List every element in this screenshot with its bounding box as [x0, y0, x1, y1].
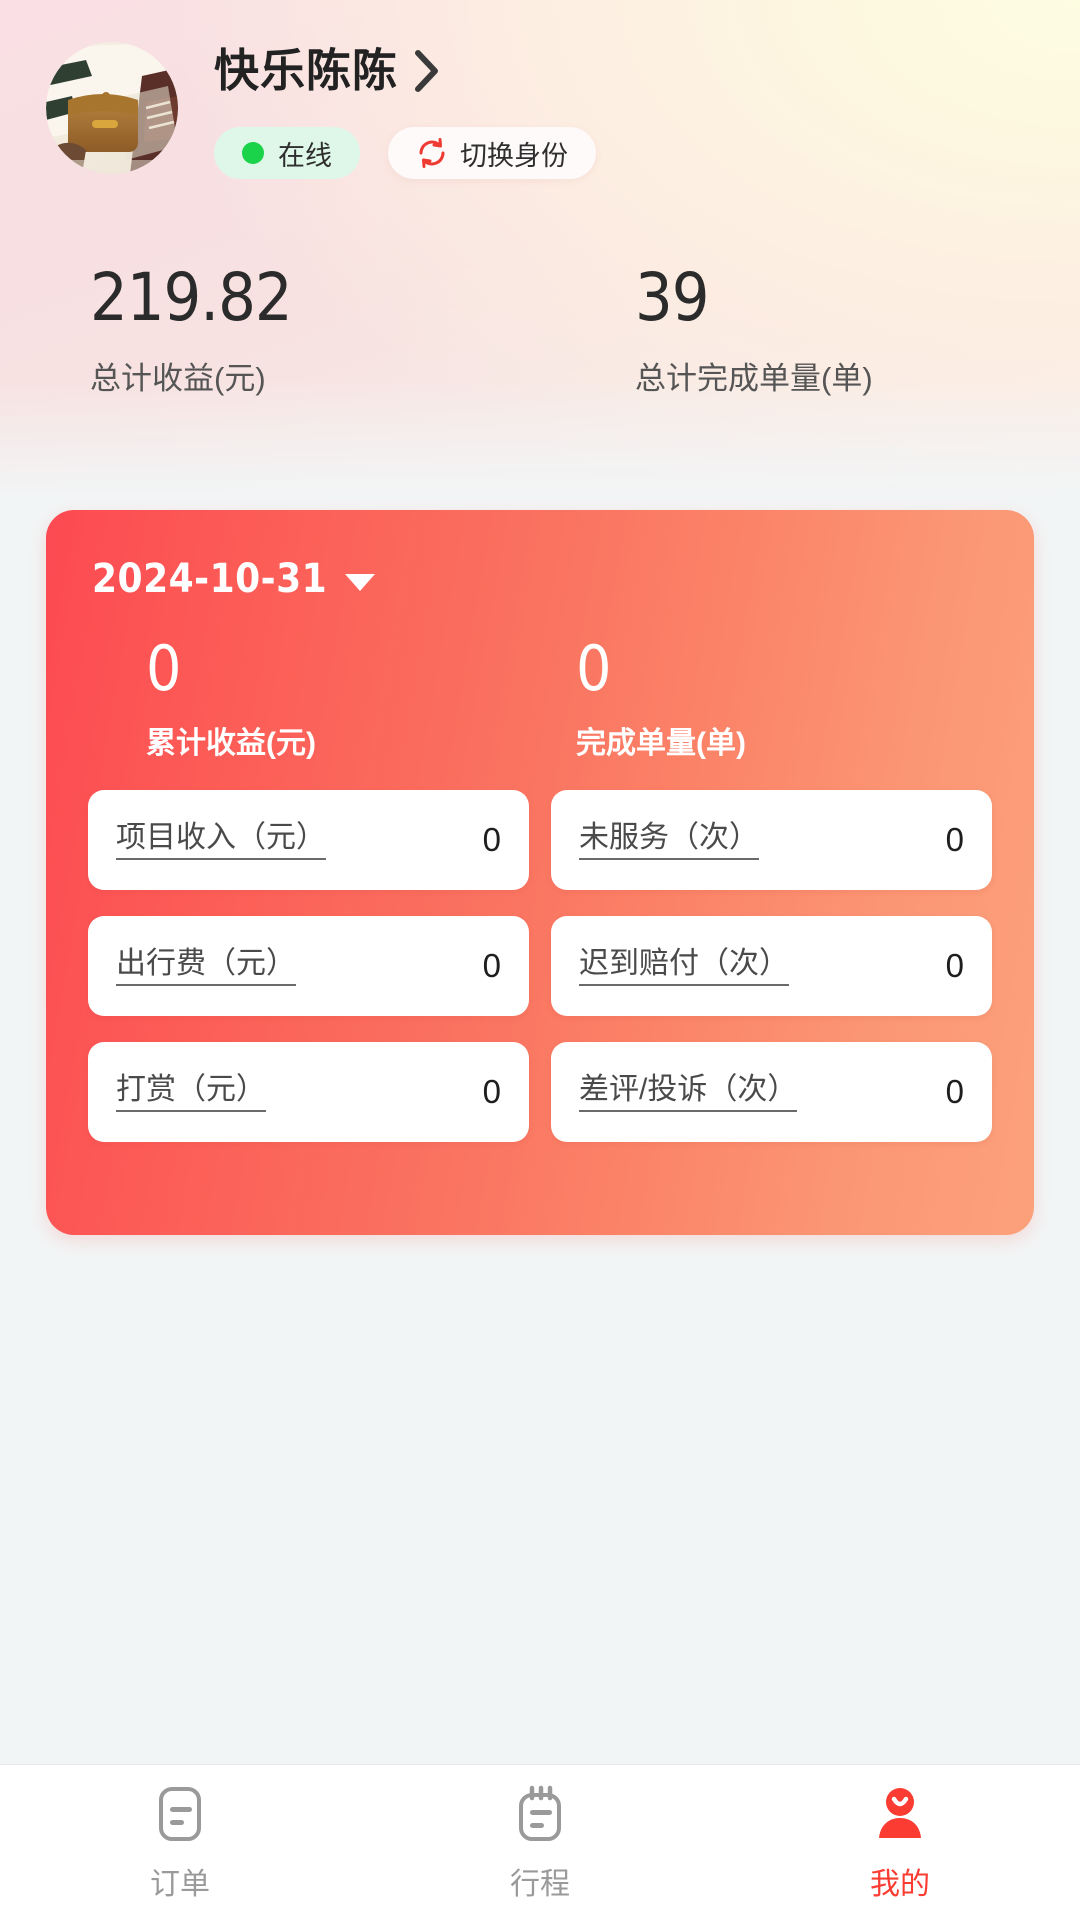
tab-label: 我的: [870, 1867, 930, 1901]
online-dot-icon: [242, 142, 264, 164]
avatar[interactable]: [46, 42, 178, 174]
earnings-card: 2024-10-31 0 累计收益(元) 0 完成单量(单) 项目收入（元） 0…: [46, 510, 1034, 1235]
tile-label: 迟到赔付（次）: [579, 947, 789, 986]
tile-value: 0: [482, 947, 501, 984]
switch-identity-label: 切换身份: [460, 140, 568, 171]
card-summary-row: 0 累计收益(元) 0 完成单量(单): [46, 638, 1034, 761]
online-status-label: 在线: [278, 140, 332, 171]
profile-name-row[interactable]: 快乐陈陈: [214, 48, 440, 93]
stat-value: 39: [635, 259, 710, 336]
caret-down-icon[interactable]: [345, 573, 376, 591]
tile-bad-review-complaint[interactable]: 差评/投诉（次） 0: [551, 1042, 992, 1142]
order-document-icon: [154, 1783, 206, 1845]
tile-value: 0: [945, 947, 964, 984]
tile-travel-fee[interactable]: 出行费（元） 0: [88, 916, 529, 1016]
summary-value: 0: [576, 632, 612, 705]
header-fade-overlay: [0, 380, 1080, 500]
summary-completed-orders: 0 完成单量(单): [576, 638, 746, 762]
tile-value: 0: [482, 1073, 501, 1110]
tab-label: 行程: [510, 1867, 570, 1901]
bottom-tab-bar: 订单 行程 我的: [0, 1764, 1080, 1920]
summary-label: 完成单量(单): [576, 727, 746, 760]
profile-badges: 在线 切换身份: [214, 127, 596, 179]
switch-identity-button[interactable]: 切换身份: [388, 127, 596, 179]
tile-label: 未服务（次）: [579, 821, 759, 860]
chevron-right-icon[interactable]: [414, 49, 440, 93]
stat-total-orders: 39 总计完成单量(单): [635, 265, 873, 398]
tile-not-served[interactable]: 未服务（次） 0: [551, 790, 992, 890]
tile-label: 打赏（元）: [116, 1073, 266, 1112]
tile-label: 项目收入（元）: [116, 821, 326, 860]
tab-trips[interactable]: 行程: [360, 1765, 720, 1920]
swap-circle-icon: [416, 137, 448, 169]
tile-label: 出行费（元）: [116, 947, 296, 986]
calendar-trip-icon: [514, 1783, 566, 1845]
stat-value: 219.82: [90, 259, 293, 336]
tab-orders[interactable]: 订单: [0, 1765, 360, 1920]
tile-value: 0: [482, 821, 501, 858]
profile-name: 快乐陈陈: [214, 45, 399, 96]
profile-section: 快乐陈陈 在线 切换身份: [46, 42, 1046, 179]
stat-label: 总计收益(元): [90, 361, 266, 396]
person-profile-icon: [874, 1783, 926, 1845]
summary-value: 0: [146, 632, 182, 705]
tile-label: 差评/投诉（次）: [579, 1073, 798, 1112]
status-badge-online[interactable]: 在线: [214, 127, 360, 179]
tile-project-income[interactable]: 项目收入（元） 0: [88, 790, 529, 890]
tile-late-compensation[interactable]: 迟到赔付（次） 0: [551, 916, 992, 1016]
stat-total-earnings: 219.82 总计收益(元): [90, 259, 293, 398]
app-root: 快乐陈陈 在线 切换身份 219.82 总计收益(元) 39 总计完成单量(单)…: [0, 0, 1080, 1920]
summary-accumulated-earnings: 0 累计收益(元): [146, 638, 316, 762]
tile-value: 0: [945, 1073, 964, 1110]
tab-profile[interactable]: 我的: [720, 1765, 1080, 1920]
summary-label: 累计收益(元): [146, 727, 316, 760]
date-picker[interactable]: 2024-10-31: [92, 556, 376, 602]
tile-tips[interactable]: 打赏（元） 0: [88, 1042, 529, 1142]
breakdown-tile-grid: 项目收入（元） 0 未服务（次） 0 出行费（元） 0 迟到赔付（次） 0 打赏…: [88, 790, 992, 1142]
selected-date: 2024-10-31: [92, 556, 328, 602]
avatar-photo: [46, 42, 178, 174]
tile-value: 0: [945, 821, 964, 858]
stat-label: 总计完成单量(单): [635, 361, 873, 396]
top-stats-row: 219.82 总计收益(元) 39 总计完成单量(单): [0, 259, 1080, 398]
tab-label: 订单: [150, 1867, 210, 1901]
